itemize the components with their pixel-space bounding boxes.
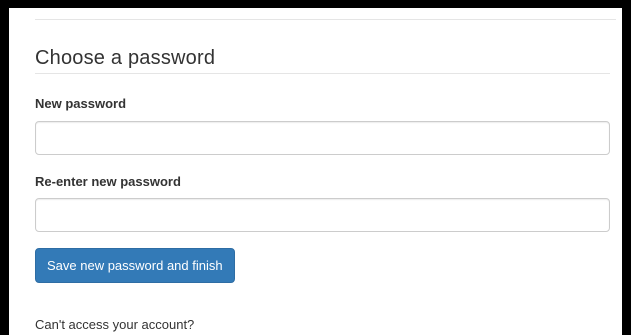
reenter-password-label: Re-enter new password [35, 174, 181, 189]
new-password-input[interactable] [35, 121, 610, 155]
top-divider [35, 19, 616, 20]
cant-access-account-link[interactable]: Can't access your account? [35, 317, 194, 333]
reenter-password-input[interactable] [35, 198, 610, 232]
title-divider [35, 73, 610, 74]
save-password-button[interactable]: Save new password and finish [35, 248, 235, 283]
password-form-panel: Choose a password New password Re-enter … [0, 0, 631, 335]
new-password-label: New password [35, 96, 127, 111]
page-title: Choose a password [35, 47, 216, 69]
